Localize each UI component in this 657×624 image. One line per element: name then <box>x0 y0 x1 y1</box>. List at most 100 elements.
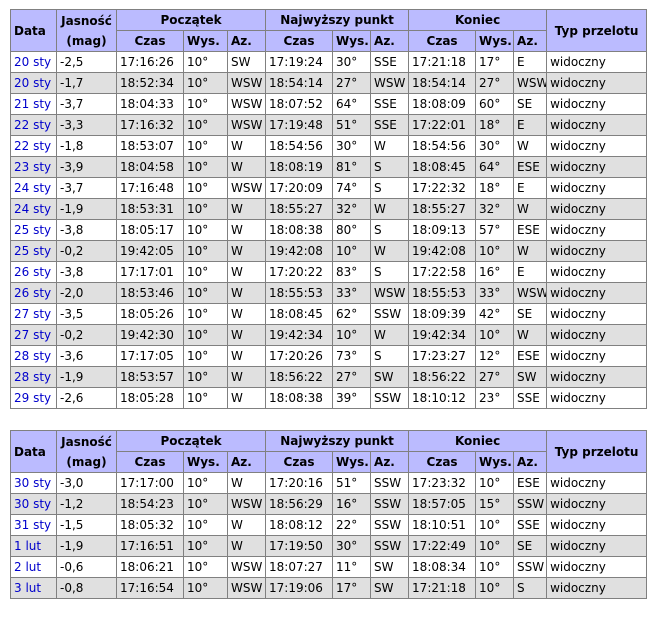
cell-max-time: 17:19:48 <box>265 114 334 136</box>
cell-end-alt: 10° <box>475 324 515 346</box>
header-end-alt: Wys. <box>475 30 515 52</box>
table-row: 26 sty -3,8 17:17:01 10° W 17:20:22 83° S 17:22:… <box>10 261 648 283</box>
cell-start-alt: 10° <box>183 198 228 220</box>
header-start-time: Czas <box>116 451 184 473</box>
date-link[interactable]: 30 sty <box>14 476 51 490</box>
header-start-alt: Wys. <box>183 451 228 473</box>
cell-end-az: W <box>513 198 548 220</box>
date-link[interactable]: 23 sty <box>14 160 51 174</box>
cell-max-time: 18:07:52 <box>265 93 334 115</box>
cell-start-az: WSW <box>226 114 267 136</box>
cell-end-alt: 10° <box>475 472 515 494</box>
table-row: 24 sty -3,7 17:16:48 10° WSW 17:20:09 74° S 17:2… <box>10 177 648 199</box>
cell-magnitude: -3,8 <box>56 261 117 283</box>
cell-end-time: 17:22:49 <box>408 535 477 557</box>
date-link[interactable]: 21 sty <box>14 97 51 111</box>
header-max-az: Az. <box>370 451 410 473</box>
header-start-az: Az. <box>226 30 267 52</box>
date-link[interactable]: 2 lut <box>14 560 41 574</box>
cell-end-time: 17:22:32 <box>408 177 477 199</box>
cell-end-alt: 10° <box>475 240 515 262</box>
date-link[interactable]: 27 sty <box>14 307 51 321</box>
date-link[interactable]: 30 sty <box>14 497 51 511</box>
date-link[interactable]: 25 sty <box>14 244 51 258</box>
date-link[interactable]: 20 sty <box>14 55 51 69</box>
cell-max-alt: 30° <box>332 51 372 73</box>
cell-end-time: 18:55:27 <box>408 198 477 220</box>
cell-max-az: WSW <box>370 72 410 94</box>
table-row: 29 sty -2,6 18:05:28 10° W 18:08:38 39° SSW 18:1… <box>10 387 648 409</box>
cell-max-time: 18:08:19 <box>265 156 334 178</box>
cell-date: 22 sty <box>10 114 57 136</box>
table-row: 20 sty -1,7 18:52:34 10° WSW 18:54:14 27° WSW 18… <box>10 72 648 94</box>
date-link[interactable]: 25 sty <box>14 223 51 237</box>
date-link[interactable]: 24 sty <box>14 202 51 216</box>
cell-max-alt: 10° <box>332 240 372 262</box>
date-link[interactable]: 31 sty <box>14 518 51 532</box>
date-link[interactable]: 20 sty <box>14 76 51 90</box>
cell-max-time: 18:08:38 <box>265 387 334 409</box>
cell-end-time: 19:42:08 <box>408 240 477 262</box>
cell-magnitude: -1,8 <box>56 135 117 157</box>
cell-date: 23 sty <box>10 156 57 178</box>
cell-end-az: WSW <box>513 282 548 304</box>
cell-start-alt: 10° <box>183 345 228 367</box>
cell-max-alt: 22° <box>332 514 372 536</box>
cell-max-time: 17:19:50 <box>265 535 334 557</box>
cell-end-alt: 15° <box>475 493 515 515</box>
date-link[interactable]: 28 sty <box>14 349 51 363</box>
cell-start-az: W <box>226 282 267 304</box>
cell-start-alt: 10° <box>183 577 228 599</box>
date-link[interactable]: 22 sty <box>14 139 51 153</box>
cell-start-az: WSW <box>226 493 267 515</box>
date-link[interactable]: 24 sty <box>14 181 51 195</box>
date-link[interactable]: 26 sty <box>14 265 51 279</box>
header-magnitude-label: Jasność <box>61 13 112 28</box>
cell-start-time: 18:05:26 <box>116 303 184 325</box>
cell-end-alt: 33° <box>475 282 515 304</box>
cell-pass-type: widoczny <box>546 472 648 494</box>
date-link[interactable]: 28 sty <box>14 370 51 384</box>
cell-start-alt: 10° <box>183 366 228 388</box>
cell-pass-type: widoczny <box>546 93 648 115</box>
cell-end-az: ESE <box>513 219 548 241</box>
cell-max-az: S <box>370 156 410 178</box>
date-link[interactable]: 29 sty <box>14 391 51 405</box>
cell-pass-type: widoczny <box>546 114 648 136</box>
cell-start-time: 17:16:32 <box>116 114 184 136</box>
header-start-time: Czas <box>116 30 184 52</box>
cell-date: 24 sty <box>10 198 57 220</box>
cell-end-time: 17:23:27 <box>408 345 477 367</box>
table-row: 28 sty -1,9 18:53:57 10° W 18:56:22 27° SW 18:56… <box>10 366 648 388</box>
cell-date: 27 sty <box>10 303 57 325</box>
cell-end-time: 18:57:05 <box>408 493 477 515</box>
date-link[interactable]: 26 sty <box>14 286 51 300</box>
cell-start-time: 19:42:30 <box>116 324 184 346</box>
table-row: 23 sty -3,9 18:04:58 10° W 18:08:19 81° S 18:08:… <box>10 156 648 178</box>
cell-date: 20 sty <box>10 72 57 94</box>
cell-max-az: W <box>370 135 410 157</box>
date-link[interactable]: 27 sty <box>14 328 51 342</box>
date-link[interactable]: 22 sty <box>14 118 51 132</box>
table-row: 31 sty -1,5 18:05:32 10° W 18:08:12 22° SSW 18:1… <box>10 514 648 536</box>
cell-max-alt: 80° <box>332 219 372 241</box>
cell-max-alt: 81° <box>332 156 372 178</box>
cell-start-time: 17:17:00 <box>116 472 184 494</box>
header-end-time: Czas <box>408 30 477 52</box>
cell-end-az: SSW <box>513 556 548 578</box>
cell-magnitude: -3,3 <box>56 114 117 136</box>
header-max-alt: Wys. <box>332 451 372 473</box>
cell-max-alt: 10° <box>332 324 372 346</box>
date-link[interactable]: 3 lut <box>14 581 41 595</box>
cell-date: 27 sty <box>10 324 57 346</box>
cell-max-az: SSW <box>370 472 410 494</box>
date-link[interactable]: 1 lut <box>14 539 41 553</box>
cell-start-az: WSW <box>226 556 267 578</box>
cell-date: 26 sty <box>10 282 57 304</box>
header-end: Koniec <box>408 430 548 452</box>
cell-end-alt: 10° <box>475 514 515 536</box>
cell-end-alt: 18° <box>475 114 515 136</box>
cell-max-alt: 64° <box>332 93 372 115</box>
cell-end-az: SSE <box>513 514 548 536</box>
cell-end-time: 18:54:56 <box>408 135 477 157</box>
